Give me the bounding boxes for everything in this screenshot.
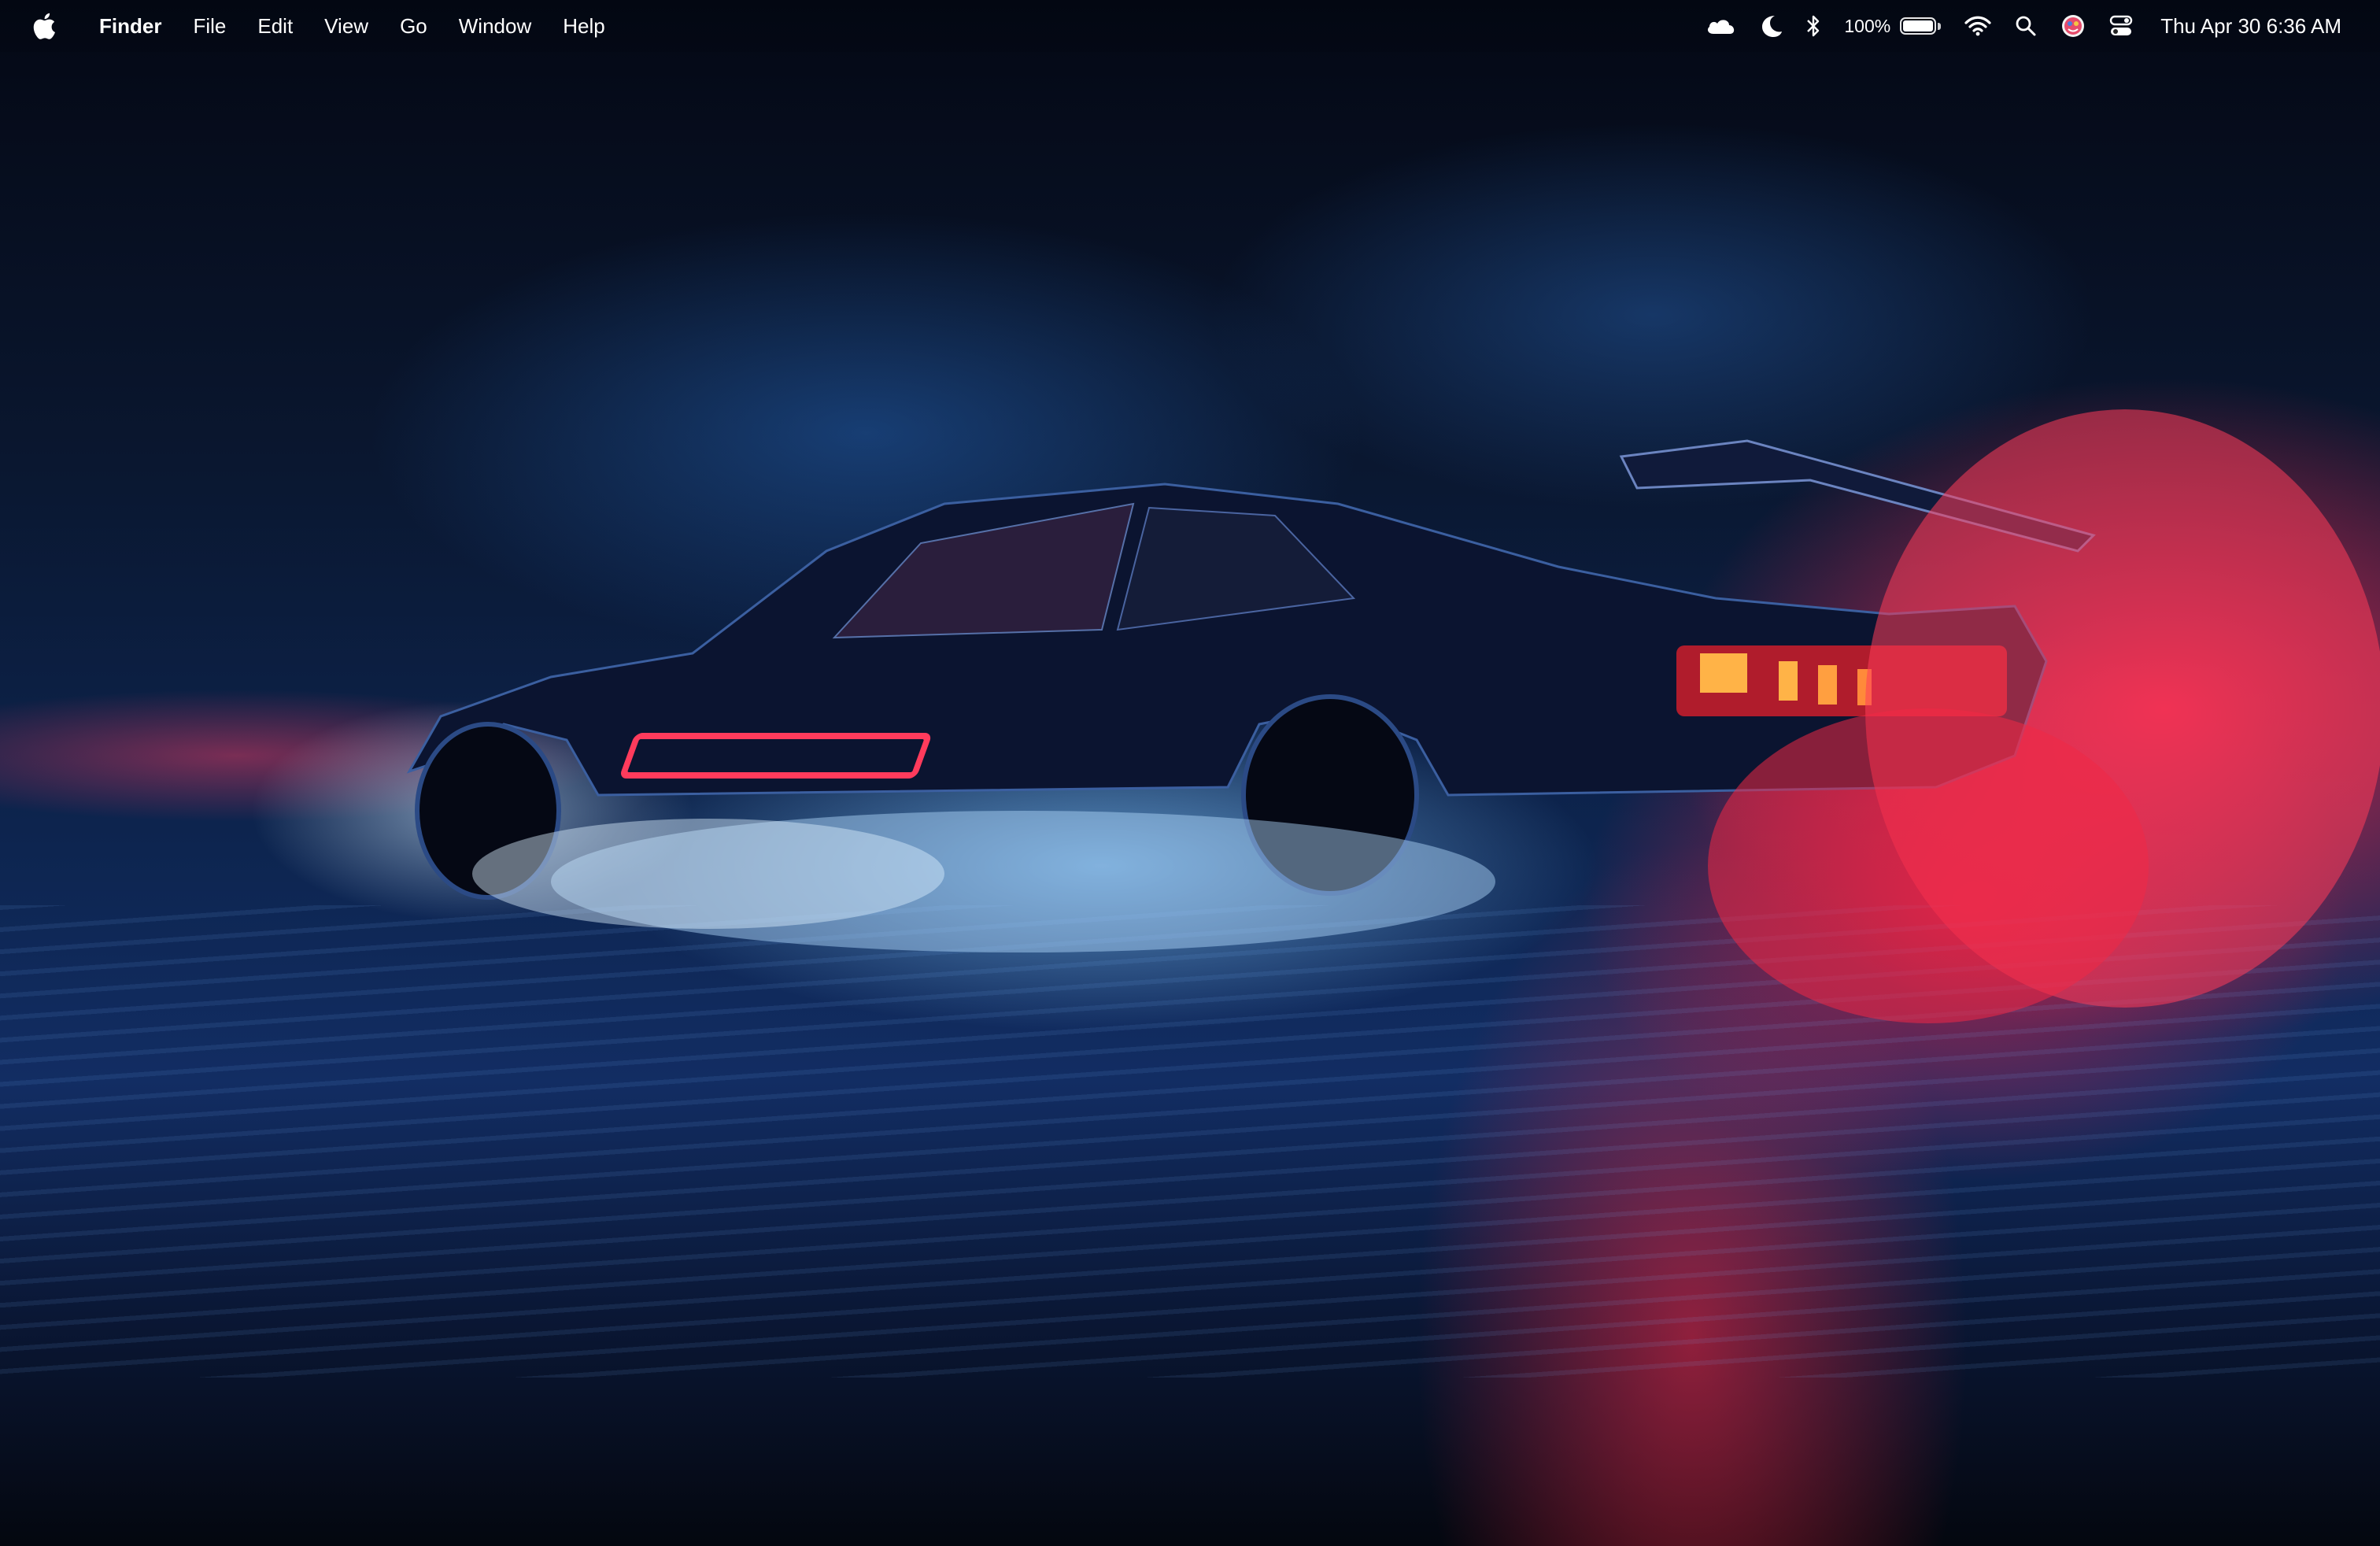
car-body — [406, 483, 2048, 797]
desktop: Finder File Edit View Go Window Help 100… — [0, 0, 2380, 1546]
user-avatar-icon[interactable] — [2060, 9, 2086, 43]
wallpaper-drift-car — [406, 409, 2380, 1023]
car-window — [832, 502, 1135, 639]
search-icon[interactable] — [2015, 9, 2037, 43]
menu-file[interactable]: File — [177, 9, 242, 43]
car-rear-wheel — [1241, 694, 1419, 896]
battery-body — [1900, 17, 1937, 35]
menu-help[interactable]: Help — [547, 9, 620, 43]
menu-bar-status: 100% Thu Apr 30 6:36 AM — [1694, 0, 2380, 52]
menu-go[interactable]: Go — [384, 9, 443, 43]
wallpaper-road-streaks — [0, 905, 2380, 1378]
control-center-icon[interactable] — [2109, 9, 2133, 43]
car-front-wheel — [415, 722, 561, 900]
menu-bar-clock[interactable]: Thu Apr 30 6:36 AM — [2160, 9, 2341, 43]
moon-icon[interactable] — [1761, 9, 1783, 43]
menu-bar: Finder File Edit View Go Window Help 100… — [0, 0, 2380, 52]
menu-app-name[interactable]: Finder — [83, 9, 177, 43]
car-window-rear — [1116, 506, 1356, 631]
bluetooth-icon[interactable] — [1806, 9, 1820, 43]
wifi-icon[interactable] — [1964, 9, 1991, 43]
apple-logo-icon[interactable] — [28, 9, 60, 43]
menu-bar-left: Finder File Edit View Go Window Help — [0, 0, 621, 52]
battery-icon[interactable]: 100% — [1844, 9, 1942, 43]
battery-level-fill — [1903, 20, 1934, 31]
menu-view[interactable]: View — [309, 9, 384, 43]
car-spoiler — [1619, 439, 2096, 553]
battery-cap — [1938, 22, 1942, 30]
battery-percent: 100% — [1844, 15, 1891, 36]
car-tail-light — [1676, 645, 2007, 716]
cloud-icon[interactable] — [1706, 9, 1737, 43]
menu-edit[interactable]: Edit — [242, 9, 309, 43]
menu-window[interactable]: Window — [443, 9, 547, 43]
car-side-decal — [621, 733, 931, 779]
